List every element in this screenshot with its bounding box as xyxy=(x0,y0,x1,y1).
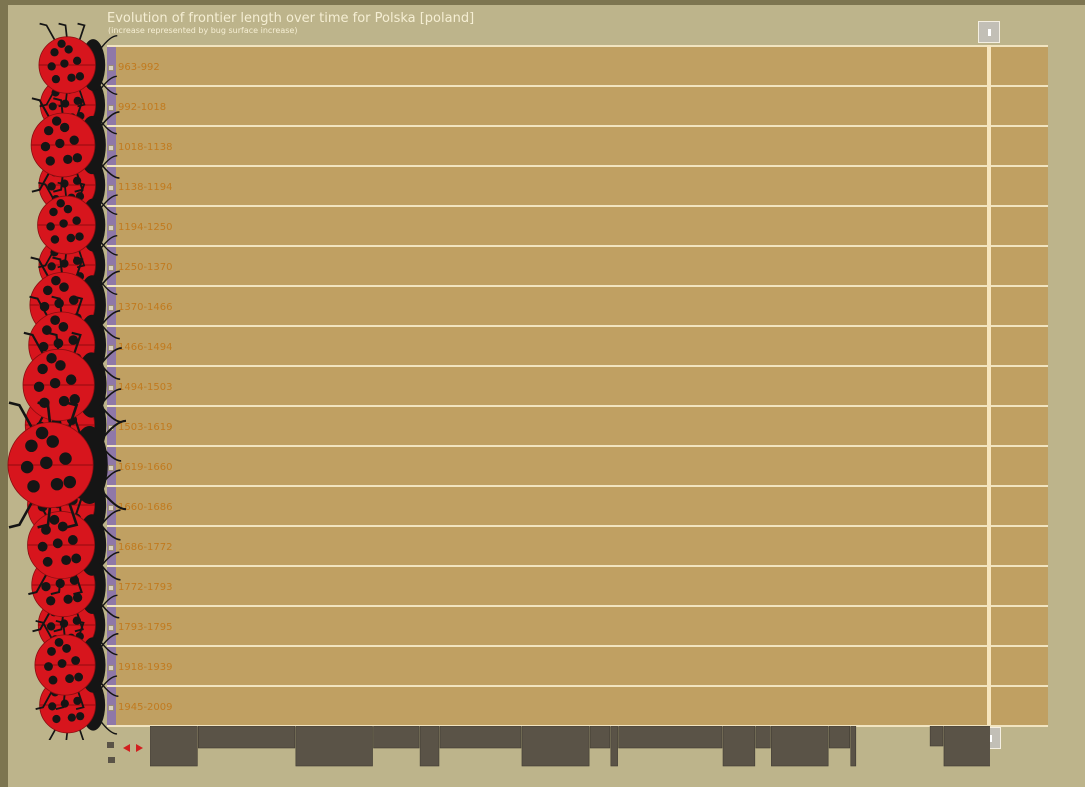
chart-subtitle: (increase represented by bug surface inc… xyxy=(108,26,298,35)
row-checkbox[interactable] xyxy=(108,105,114,111)
row-checkbox[interactable] xyxy=(108,665,114,671)
timeline-segment[interactable] xyxy=(295,726,373,767)
period-label: 963-992 xyxy=(118,62,160,73)
period-row[interactable]: 1793-1795 xyxy=(107,605,1048,645)
timeline-segment[interactable] xyxy=(589,726,611,749)
timeline-toggle-button-1[interactable] xyxy=(107,742,114,748)
period-row[interactable]: 1918-1939 xyxy=(107,645,1048,685)
period-row[interactable]: 1494-1503 xyxy=(107,365,1048,405)
period-label: 1660-1686 xyxy=(118,502,173,513)
row-checkbox[interactable] xyxy=(108,505,114,511)
row-checkbox[interactable] xyxy=(108,545,114,551)
timeline-bars xyxy=(150,726,990,767)
timeline-segment[interactable] xyxy=(828,726,851,749)
row-checkbox[interactable] xyxy=(108,145,114,151)
period-row[interactable]: 1772-1793 xyxy=(107,565,1048,605)
period-label: 1619-1660 xyxy=(118,462,173,473)
period-label: 1018-1138 xyxy=(118,142,173,153)
timeline-segment[interactable] xyxy=(198,726,296,749)
period-row[interactable]: 1018-1138 xyxy=(107,125,1048,165)
timeline-toggle-button-2[interactable] xyxy=(108,757,115,763)
period-label: 1772-1793 xyxy=(118,582,173,593)
period-row[interactable]: 992-1018 xyxy=(107,85,1048,125)
row-checkbox[interactable] xyxy=(108,585,114,591)
timeline-segment[interactable] xyxy=(943,726,990,767)
period-row[interactable]: 1370-1466 xyxy=(107,285,1048,325)
period-row[interactable]: 1503-1619 xyxy=(107,405,1048,445)
period-row[interactable]: 1660-1686 xyxy=(107,485,1048,525)
timeline-segment[interactable] xyxy=(722,726,756,767)
period-label: 1503-1619 xyxy=(118,422,173,433)
timeline-segment[interactable] xyxy=(771,726,829,767)
timeline-segment[interactable] xyxy=(618,726,723,749)
row-checkbox[interactable] xyxy=(108,465,114,471)
row-checkbox[interactable] xyxy=(108,185,114,191)
row-checkbox[interactable] xyxy=(108,65,114,71)
period-row[interactable]: 1250-1370 xyxy=(107,245,1048,285)
arrow-left-icon[interactable] xyxy=(123,744,130,752)
timeline-segment[interactable] xyxy=(419,726,440,767)
period-label: 1494-1503 xyxy=(118,382,173,393)
handle-notch xyxy=(988,29,991,36)
period-label: 1466-1494 xyxy=(118,342,173,353)
period-row[interactable]: 1686-1772 xyxy=(107,525,1048,565)
timeline-segment[interactable] xyxy=(150,726,198,767)
chart-title: Evolution of frontier length over time f… xyxy=(107,11,475,26)
period-row[interactable]: 1945-2009 xyxy=(107,685,1048,725)
period-row[interactable]: 1466-1494 xyxy=(107,325,1048,365)
period-label: 1250-1370 xyxy=(118,262,173,273)
row-checkbox[interactable] xyxy=(108,265,114,271)
arrow-right-icon[interactable] xyxy=(136,744,143,752)
period-row[interactable]: 963-992 xyxy=(107,45,1048,85)
row-checkbox[interactable] xyxy=(108,385,114,391)
timeline-segment[interactable] xyxy=(610,726,618,767)
timeline-segment[interactable] xyxy=(373,726,420,749)
period-row[interactable]: 1619-1660 xyxy=(107,445,1048,485)
timeline-segment[interactable] xyxy=(850,726,857,767)
row-checkbox[interactable] xyxy=(108,225,114,231)
period-label: 1793-1795 xyxy=(118,622,173,633)
period-row[interactable]: 1194-1250 xyxy=(107,205,1048,245)
time-cursor-line xyxy=(987,45,991,725)
timeline-segment[interactable] xyxy=(521,726,590,767)
row-checkbox[interactable] xyxy=(108,305,114,311)
scroll-handle-icon-top[interactable] xyxy=(978,21,1000,43)
row-checkbox[interactable] xyxy=(108,345,114,351)
period-label: 1918-1939 xyxy=(118,662,173,673)
period-label: 1370-1466 xyxy=(118,302,173,313)
period-label: 1945-2009 xyxy=(118,702,173,713)
period-label: 1138-1194 xyxy=(118,182,173,193)
timeline-segment[interactable] xyxy=(929,726,944,747)
timeline-segment[interactable] xyxy=(755,726,771,749)
timeline-segment[interactable] xyxy=(439,726,522,749)
period-row[interactable]: 1138-1194 xyxy=(107,165,1048,205)
row-checkbox[interactable] xyxy=(108,705,114,711)
row-checkbox[interactable] xyxy=(108,625,114,631)
period-label: 1686-1772 xyxy=(118,542,173,553)
period-label: 1194-1250 xyxy=(118,222,173,233)
period-label: 992-1018 xyxy=(118,102,167,113)
